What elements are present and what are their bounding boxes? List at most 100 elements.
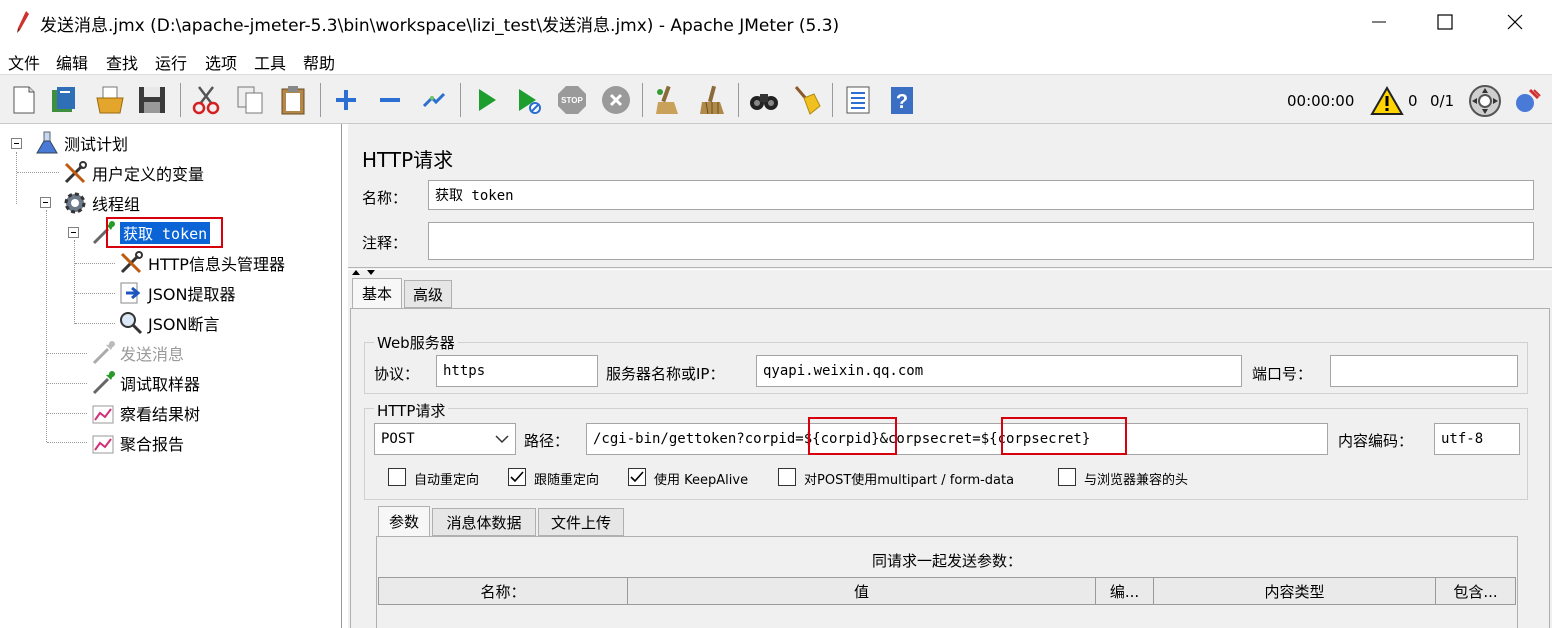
splitter[interactable]	[348, 267, 1552, 270]
svg-text:STOP: STOP	[561, 96, 583, 105]
start-icon[interactable]	[470, 84, 502, 116]
tab-files-upload[interactable]: 文件上传	[538, 508, 624, 536]
tree-item-debug-sampler[interactable]: 调试取样器	[90, 370, 200, 396]
highlight-box	[1001, 417, 1127, 455]
http-request-group-label: HTTP请求	[374, 400, 449, 421]
menu-run[interactable]: 运行	[155, 50, 187, 74]
title-bar: 发送消息.jmx (D:\apache-jmeter-5.3\bin\works…	[0, 0, 1552, 44]
method-value: POST	[381, 431, 415, 447]
stop-icon[interactable]: STOP	[556, 84, 588, 116]
tree-item-json-assertion[interactable]: JSON断言	[118, 310, 219, 336]
tab-body-data[interactable]: 消息体数据	[432, 508, 536, 536]
encoding-field[interactable]: utf-8	[1434, 423, 1520, 455]
start-no-pause-icon[interactable]	[512, 84, 544, 116]
expander-thread-group[interactable]	[40, 197, 51, 208]
column-header-include-equals[interactable]: 包含...	[1436, 578, 1515, 604]
chart-icon	[92, 435, 114, 454]
tree-item-label: 用户定义的变量	[92, 165, 205, 184]
menu-tools[interactable]: 工具	[254, 50, 286, 74]
expand-icon[interactable]	[330, 84, 362, 116]
checkbox-browser-headers[interactable]	[1058, 468, 1076, 486]
maximize-button[interactable]	[1412, 0, 1478, 44]
warning-icon[interactable]	[1370, 86, 1404, 116]
menu-bar: 文件 编辑 查找 运行 选项 工具 帮助	[0, 44, 1552, 74]
paste-icon[interactable]	[277, 84, 309, 116]
copy-icon[interactable]	[234, 84, 266, 116]
method-select[interactable]: POST	[374, 423, 516, 455]
menu-search[interactable]: 查找	[106, 50, 138, 74]
tree-item-aggregate-report[interactable]: 聚合报告	[90, 430, 184, 456]
chart-icon	[92, 405, 114, 424]
toolbar: STOP ? 00:00:00 0 0/1	[0, 74, 1552, 124]
tree-item-user-defined-variables[interactable]: 用户定义的变量	[62, 160, 204, 186]
tree-item-test-plan[interactable]: 测试计划	[34, 130, 128, 156]
tree-item-json-extractor[interactable]: JSON提取器	[118, 280, 235, 306]
panel-title: HTTP请求	[362, 148, 454, 172]
active-threads: 0/1	[1430, 92, 1455, 110]
checkbox-label: 跟随重定向	[534, 473, 600, 488]
menu-file[interactable]: 文件	[8, 50, 40, 74]
tab-basic[interactable]: 基本	[352, 278, 402, 308]
clear-icon[interactable]	[652, 84, 684, 116]
tab-advanced[interactable]: 高级	[404, 280, 452, 308]
tree-item-send-message[interactable]: 发送消息	[90, 340, 184, 366]
tree-item-label: 聚合报告	[120, 435, 185, 454]
cut-icon[interactable]	[190, 84, 222, 116]
checkmark-icon	[630, 471, 644, 483]
svg-text:?: ?	[896, 91, 908, 113]
server-label: 服务器名称或IP：	[606, 365, 725, 383]
tab-parameters[interactable]: 参数	[378, 506, 430, 536]
tree-item-label: HTTP信息头管理器	[148, 255, 285, 274]
log-icon[interactable]	[1512, 86, 1542, 116]
expander-test-plan[interactable]	[11, 138, 22, 149]
column-header-content-type[interactable]: 内容类型	[1154, 578, 1436, 604]
clear-all-icon[interactable]	[696, 84, 728, 116]
tree-item-results-tree[interactable]: 察看结果树	[90, 400, 200, 426]
splitter-arrows-icon[interactable]	[351, 268, 377, 276]
menu-options[interactable]: 选项	[205, 50, 237, 74]
checkbox-multipart[interactable]	[778, 468, 796, 486]
warning-count: 0	[1408, 92, 1418, 110]
jmeter-feather-icon	[17, 11, 29, 33]
column-header-value[interactable]: 值	[628, 578, 1096, 604]
templates-icon[interactable]	[48, 84, 80, 116]
menu-edit[interactable]: 编辑	[56, 50, 88, 74]
port-field[interactable]	[1330, 355, 1518, 387]
encoding-label: 内容编码：	[1338, 432, 1414, 450]
protocol-field[interactable]: https	[436, 355, 598, 387]
open-icon[interactable]	[94, 84, 126, 116]
shutdown-icon[interactable]	[600, 84, 632, 116]
save-icon[interactable]	[136, 84, 168, 116]
reset-search-icon[interactable]	[790, 84, 822, 116]
menu-help[interactable]: 帮助	[303, 50, 335, 74]
path-field[interactable]: /cgi-bin/gettoken?corpid=${corpid}&corps…	[586, 423, 1328, 455]
port-label: 端口号：	[1252, 365, 1313, 383]
tools-icon	[120, 251, 143, 274]
checkbox-keepalive[interactable]	[628, 468, 646, 486]
column-header-encode[interactable]: 编...	[1096, 578, 1154, 604]
elapsed-timer: 00:00:00	[1287, 92, 1355, 110]
remote-icon[interactable]	[1468, 84, 1502, 118]
checkbox-auto-redirect[interactable]	[388, 468, 406, 486]
server-field[interactable]: qyapi.weixin.qq.com	[756, 355, 1242, 387]
path-label: 路径：	[524, 432, 570, 450]
search-icon[interactable]	[748, 84, 780, 116]
expander-get-token[interactable]	[68, 227, 79, 238]
close-button[interactable]	[1482, 0, 1548, 44]
chevron-down-icon	[495, 435, 509, 444]
tree-item-header-manager[interactable]: HTTP信息头管理器	[118, 250, 285, 276]
minimize-button[interactable]	[1346, 0, 1412, 44]
name-field[interactable]: 获取 token	[428, 180, 1534, 210]
column-header-name[interactable]: 名称：	[379, 578, 628, 604]
checkbox-follow-redirects[interactable]	[508, 468, 526, 486]
new-icon[interactable]	[8, 84, 40, 116]
tree-item-thread-group[interactable]: 线程组	[62, 190, 140, 216]
help-icon[interactable]: ?	[886, 84, 918, 116]
web-server-group-label: Web服务器	[374, 332, 458, 353]
toggle-icon[interactable]	[418, 84, 450, 116]
checkbox-label: 自动重定向	[414, 473, 480, 488]
function-helper-icon[interactable]	[842, 84, 874, 116]
collapse-icon[interactable]	[374, 84, 406, 116]
gear-icon	[64, 192, 86, 214]
comment-field[interactable]	[428, 222, 1534, 260]
